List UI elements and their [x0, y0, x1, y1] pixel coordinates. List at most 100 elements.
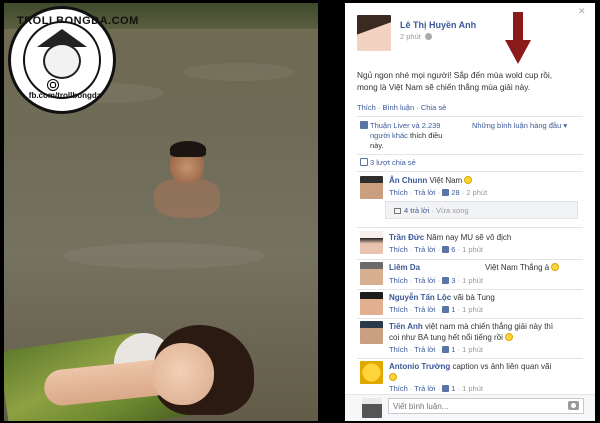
replies-box[interactable]: 4 trả lời · Vừa xong	[385, 201, 578, 219]
likes-summary[interactable]: Thuận Liver và 2.239	[360, 121, 440, 130]
comment-text: vãi bà Tung	[453, 293, 495, 302]
close-icon[interactable]: ✕	[578, 6, 586, 17]
shares-count[interactable]: 3 lượt chia sẻ	[360, 158, 416, 167]
comment-author[interactable]: Antonio Trường	[389, 362, 450, 371]
red-arrow-icon	[505, 12, 531, 64]
comment-row: Việt Nam Thắng à	[485, 263, 560, 272]
comment-row-line2	[389, 373, 397, 382]
comment-time: 2 phút	[466, 188, 488, 197]
replies-label: 4 trả lời	[404, 206, 430, 215]
water-ripple	[184, 63, 294, 81]
replies-link[interactable]: 4 trả lời · Vừa xong	[394, 206, 469, 215]
divider	[357, 318, 583, 319]
water-ripple	[64, 243, 264, 269]
comment-text-line2: coi như BA tung hết nổi tiếng rồi	[389, 333, 506, 342]
facebook-post-panel: Lê Thị Huyền Anh 2 phút Ngủ ngon nhé mọi…	[345, 3, 595, 421]
like-action[interactable]: Thích	[357, 103, 376, 112]
logo-text-bottom: fb.com/trollbongda	[28, 91, 102, 100]
like-icon	[442, 346, 450, 353]
comment-text: caption vs ảnh liên quan vãi	[452, 362, 552, 371]
comment-reply-link[interactable]: Trả lời	[414, 245, 435, 254]
like-icon	[442, 246, 450, 253]
comment-reply-link[interactable]: Trả lời	[414, 188, 435, 197]
share-action[interactable]: Chia sẻ	[421, 103, 446, 112]
post-actions: Thích · Bình luận · Chia sẻ	[357, 103, 447, 112]
comment-avatar[interactable]	[360, 361, 383, 384]
post-time[interactable]: 2 phút	[400, 32, 432, 41]
post-author[interactable]: Lê Thị Huyền Anh	[400, 20, 476, 30]
shares-text: 3 lượt chia sẻ	[370, 158, 416, 167]
swimmer-hair	[170, 141, 206, 157]
comment-like-link[interactable]: Thích	[389, 345, 408, 354]
comment-action[interactable]: Bình luận	[382, 103, 414, 112]
comment-author[interactable]: Ân Chunn	[389, 176, 427, 185]
comment-likes-count: 28	[451, 188, 460, 197]
likes-line1: Thuận Liver và 2.239	[370, 121, 441, 130]
trollbongda-logo: TROLLBONGDA.COM fb.com/trollbongda	[8, 6, 138, 114]
comment-likes-count: 6	[451, 245, 456, 254]
comment-time: 1 phút	[462, 384, 483, 393]
comment-meta: Thích · Trả lời · 6 · 1 phút	[389, 245, 483, 254]
comment-like-link[interactable]: Thích	[389, 245, 408, 254]
comment-likes[interactable]: 6	[442, 245, 455, 254]
comment-reply-link[interactable]: Trả lời	[414, 276, 435, 285]
like-icon	[442, 385, 450, 392]
comment-like-link[interactable]: Thích	[389, 276, 408, 285]
audience-icon	[424, 33, 432, 40]
likes-others-link[interactable]: người khác	[370, 131, 408, 140]
comment-text: Năm nay MU sẽ vô địch	[426, 233, 512, 242]
swimmer-body	[154, 178, 220, 218]
comment-time: 1 phút	[462, 345, 483, 354]
comment-likes[interactable]: 1	[442, 345, 455, 354]
comment-author[interactable]: Tiến Anh	[389, 322, 423, 331]
comment-likes[interactable]: 28	[442, 188, 460, 197]
sort-comments-dropdown[interactable]: Những bình luận hàng đầu ▾	[472, 121, 567, 130]
divider	[357, 358, 583, 359]
comment-likes-count: 1	[451, 305, 456, 314]
comment-like-link[interactable]: Thích	[389, 384, 408, 393]
comment-reply-link[interactable]: Trả lời	[414, 345, 435, 354]
replies-time: Vừa xong	[436, 206, 469, 215]
divider	[357, 259, 583, 260]
like-icon	[360, 121, 368, 129]
comment-time: 1 phút	[462, 276, 483, 285]
comment-row: Tiến Anh việt nam mà chiến thắng giải nà…	[389, 322, 553, 331]
divider	[357, 154, 583, 155]
smile-emoticon-icon	[464, 176, 473, 184]
comment-likes[interactable]: 1	[442, 305, 455, 314]
comment-author[interactable]: Trần Đức	[389, 233, 424, 242]
comment-row: Ân Chunn Việt Nam	[389, 176, 473, 185]
comment-reply-link[interactable]: Trả lời	[414, 305, 435, 314]
like-icon	[442, 277, 450, 284]
comment-reply-link[interactable]: Trả lời	[414, 384, 435, 393]
soccer-ball-icon	[47, 79, 59, 91]
camera-icon[interactable]	[568, 401, 579, 410]
comment-likes-count: 1	[451, 345, 456, 354]
author-avatar[interactable]	[357, 15, 391, 51]
like-icon	[442, 189, 450, 196]
comment-avatar[interactable]	[360, 176, 383, 199]
comment-text: Việt Nam Thắng à	[485, 263, 552, 272]
comment-likes[interactable]: 3	[442, 276, 455, 285]
comment-meta: Thích · Trả lời · 28 · 2 phút	[389, 188, 488, 197]
comment-time: 1 phút	[462, 245, 483, 254]
comment-avatar[interactable]	[360, 321, 383, 344]
comment-avatar[interactable]	[360, 262, 383, 285]
comment-input[interactable]	[388, 398, 584, 414]
comment-avatar[interactable]	[360, 231, 383, 254]
comment-like-link[interactable]: Thích	[389, 305, 408, 314]
comment-author[interactable]: Nguyễn Tấn Lộc	[389, 293, 451, 302]
likes-line2: người khác thích điều	[370, 131, 442, 140]
comment-text: Việt Nam	[429, 176, 465, 185]
divider	[357, 289, 583, 290]
comment-like-link[interactable]: Thích	[389, 188, 408, 197]
comment-author[interactable]: Liêm Da	[389, 263, 420, 272]
comment-text: việt nam mà chiến thắng giải này thì	[425, 322, 554, 331]
divider	[357, 116, 583, 117]
comment-avatar[interactable]	[360, 292, 383, 315]
comment-likes[interactable]: 1	[442, 384, 455, 393]
likes-line3: này.	[370, 141, 384, 150]
comment-meta: Thích · Trả lời · 1 · 1 phút	[389, 305, 483, 314]
comment-meta: Thích · Trả lời · 3 · 1 phút	[389, 276, 483, 285]
comment-row: Antonio Trường caption vs ảnh liên quan …	[389, 362, 551, 371]
